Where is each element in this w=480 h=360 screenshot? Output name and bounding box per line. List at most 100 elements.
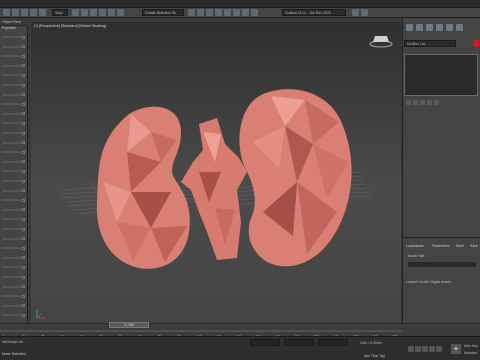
bind-icon[interactable] <box>39 9 46 16</box>
scene-item-row[interactable] <box>2 314 22 317</box>
scene-item-row[interactable] <box>2 266 22 269</box>
x-coordinate-field[interactable] <box>250 339 280 346</box>
scene-item-row[interactable] <box>2 218 22 221</box>
visibility-toggle[interactable] <box>22 73 25 77</box>
scene-item-row[interactable] <box>2 55 22 58</box>
redo-icon[interactable] <box>12 9 19 16</box>
visibility-toggle[interactable] <box>22 246 25 250</box>
align-icon[interactable] <box>197 9 204 16</box>
scene-item-row[interactable] <box>2 304 22 307</box>
visibility-toggle[interactable] <box>22 141 25 145</box>
selection-filter-dropdown[interactable]: Vispl <box>52 9 68 16</box>
remove-modifier-icon[interactable] <box>427 100 432 105</box>
scene-item-row[interactable] <box>2 160 22 163</box>
perspective-viewport[interactable] <box>31 22 401 326</box>
scene-item-row[interactable] <box>2 141 22 144</box>
visibility-toggle[interactable] <box>22 83 25 87</box>
scene-item-row[interactable] <box>2 208 22 211</box>
link-icon[interactable] <box>21 9 28 16</box>
scene-item-row[interactable] <box>2 84 22 86</box>
scene-item-row[interactable] <box>2 247 22 250</box>
select-by-name-icon[interactable] <box>81 9 88 16</box>
scene-item-row[interactable] <box>2 237 22 240</box>
viewport-label[interactable]: [+] [Perspective] [Standard] [Default Sh… <box>34 24 106 28</box>
motion-tab-icon[interactable] <box>436 24 443 31</box>
y-coordinate-field[interactable] <box>284 339 314 346</box>
rectangle-select-icon[interactable] <box>90 9 97 16</box>
scene-item-row[interactable] <box>2 276 22 278</box>
search-icon[interactable] <box>352 9 359 16</box>
visibility-toggle[interactable] <box>22 169 25 173</box>
visibility-toggle[interactable] <box>22 102 25 106</box>
scene-item-row[interactable] <box>2 228 22 230</box>
scale-icon[interactable] <box>117 9 124 16</box>
visibility-toggle[interactable] <box>22 179 25 183</box>
create-tab-icon[interactable] <box>406 24 413 31</box>
modifier-list-dropdown[interactable]: Modifier List <box>404 40 456 47</box>
visibility-toggle[interactable] <box>22 64 25 68</box>
z-coordinate-field[interactable] <box>318 339 348 346</box>
layer-explorer-icon[interactable] <box>206 9 213 16</box>
next-frame-icon[interactable] <box>429 346 435 352</box>
visibility-toggle[interactable] <box>22 93 25 97</box>
sign-in-icon[interactable] <box>361 9 368 16</box>
visibility-toggle[interactable] <box>22 45 25 49</box>
visibility-toggle[interactable] <box>22 208 25 212</box>
mirror-icon[interactable] <box>188 9 195 16</box>
play-icon[interactable] <box>422 346 428 352</box>
scene-item-row[interactable] <box>2 256 22 259</box>
selected-dropdown[interactable]: Selected <box>464 351 477 355</box>
auto-key-button[interactable]: Auto Key <box>464 344 478 348</box>
scene-item-row[interactable] <box>2 64 22 67</box>
scene-item-row[interactable] <box>2 122 22 125</box>
make-unique-icon[interactable] <box>420 100 425 105</box>
visibility-toggle[interactable] <box>22 265 25 269</box>
scene-item-row[interactable] <box>2 112 22 115</box>
visibility-toggle[interactable] <box>22 131 25 135</box>
scene-item-row[interactable] <box>2 295 22 298</box>
object-color-swatch[interactable] <box>474 40 479 47</box>
scene-item-row[interactable] <box>2 180 22 182</box>
schematic-view-icon[interactable] <box>224 9 231 16</box>
scene-item-row[interactable] <box>2 189 22 192</box>
viewcube-icon[interactable] <box>369 36 393 48</box>
render-icon[interactable] <box>251 9 258 16</box>
visibility-toggle[interactable] <box>22 217 25 221</box>
go-to-start-icon[interactable] <box>408 346 414 352</box>
tab-save[interactable]: Save <box>470 244 478 248</box>
scene-item-row[interactable] <box>2 36 22 38</box>
visibility-toggle[interactable] <box>22 256 25 260</box>
modifier-stack[interactable] <box>404 54 478 96</box>
visibility-toggle[interactable] <box>22 198 25 202</box>
visibility-toggle[interactable] <box>22 237 25 241</box>
undo-icon[interactable] <box>3 9 10 16</box>
visibility-toggle[interactable] <box>22 150 25 154</box>
visibility-toggle[interactable] <box>22 313 25 317</box>
visibility-toggle[interactable] <box>22 54 25 58</box>
configure-modifier-sets-icon[interactable] <box>434 100 439 105</box>
visibility-toggle[interactable] <box>22 275 25 279</box>
tab-loadassets[interactable]: LoadAssets <box>406 244 424 248</box>
workspace-dropdown[interactable]: Custom UI Cl... Sin Rev 2025 <box>282 9 346 16</box>
previous-frame-icon[interactable] <box>415 346 421 352</box>
scene-item-row[interactable] <box>2 132 22 134</box>
scene-item-row[interactable] <box>2 285 22 288</box>
rotate-icon[interactable] <box>108 9 115 16</box>
display-tab-icon[interactable] <box>446 24 453 31</box>
tab-shell[interactable]: Shell <box>456 244 464 248</box>
show-end-result-icon[interactable] <box>413 100 418 105</box>
modify-tab-icon[interactable] <box>416 24 423 31</box>
visibility-toggle[interactable] <box>22 160 25 164</box>
visibility-toggle[interactable] <box>22 294 25 298</box>
add-icon[interactable]: + <box>451 344 461 354</box>
select-object-icon[interactable] <box>72 9 79 16</box>
visibility-toggle[interactable] <box>22 35 25 39</box>
time-slider[interactable]: 0 / 200 <box>109 322 149 328</box>
scene-item-row[interactable] <box>2 151 22 154</box>
scene-item-row[interactable] <box>2 93 22 96</box>
tab-parameters[interactable]: Parameters <box>432 244 450 248</box>
visibility-toggle[interactable] <box>22 189 25 193</box>
scene-item-row[interactable] <box>2 74 22 77</box>
scene-item-row[interactable] <box>2 199 22 202</box>
scene-item-row[interactable] <box>2 45 22 48</box>
